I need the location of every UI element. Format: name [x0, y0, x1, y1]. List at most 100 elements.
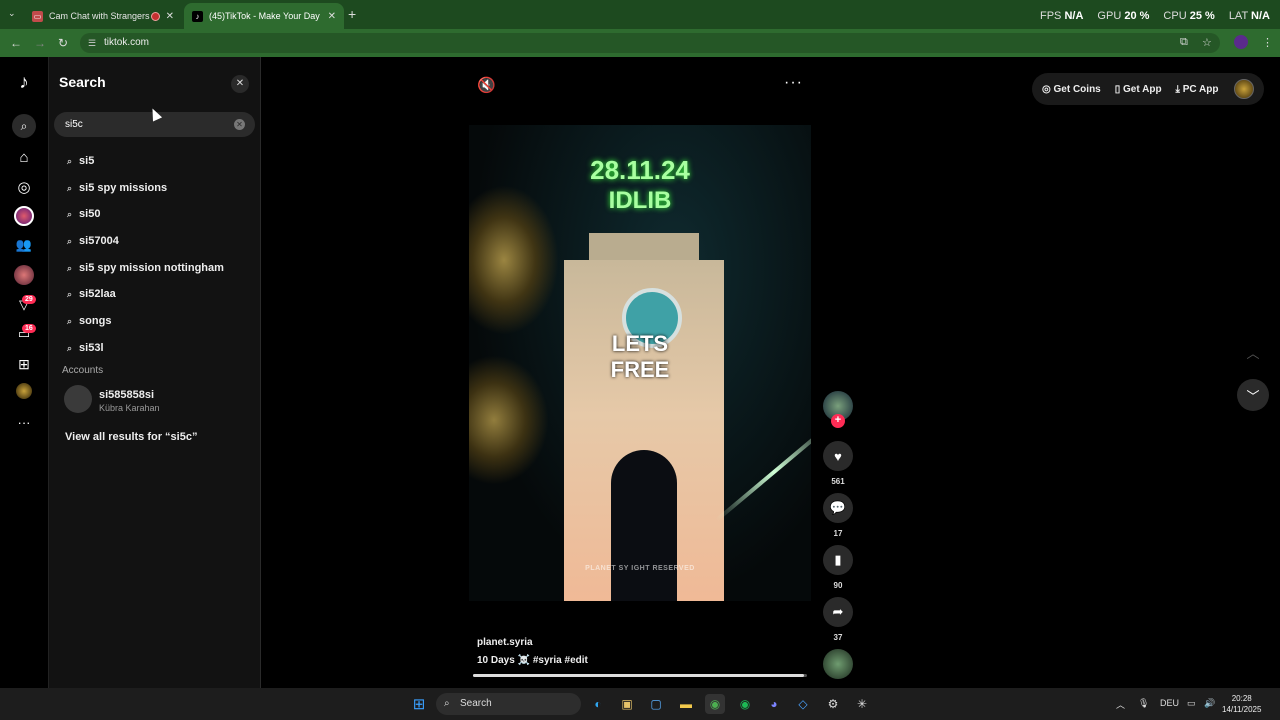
suggestion-item[interactable]: ⌕ si5 spy mission nottingham: [67, 262, 224, 274]
tiktok-logo-icon[interactable]: ♪: [14, 72, 34, 93]
get-app-button[interactable]: ▯ Get App: [1115, 84, 1162, 95]
more-options-icon[interactable]: ···: [784, 74, 803, 92]
explore-compass-icon[interactable]: ◎: [14, 177, 34, 197]
bookmark-star-icon[interactable]: ☆: [1202, 36, 1212, 49]
suggestion-item[interactable]: ⌕ si52laa: [67, 288, 116, 300]
top-actions-bar: ◎ Get Coins ▯ Get App ⤓ PC App: [1032, 73, 1264, 105]
video-author[interactable]: planet.syria: [477, 637, 533, 648]
spotify-icon[interactable]: ◉: [735, 694, 755, 714]
suggestion-item[interactable]: ⌕ si5 spy missions: [67, 182, 167, 194]
share-count: 37: [833, 633, 843, 642]
following-people-icon[interactable]: 👥: [14, 235, 34, 255]
search-icon: ⌕: [444, 698, 450, 709]
profile-avatar[interactable]: [1234, 79, 1254, 99]
comment-count: 17: [833, 529, 843, 538]
app-icon[interactable]: ✳: [852, 694, 872, 714]
new-tab-button[interactable]: +: [348, 6, 356, 22]
install-app-icon[interactable]: ⧉: [1180, 36, 1188, 49]
tab-camchat[interactable]: ▭ Cam Chat with Strangers o ✕: [26, 3, 182, 29]
search-icon: ⌕: [67, 288, 73, 299]
video-overlay-free: FREE: [610, 357, 670, 382]
search-icon[interactable]: ⌕: [12, 114, 36, 138]
forward-arrow-icon[interactable]: →: [34, 36, 46, 50]
music-disc-icon[interactable]: [823, 649, 853, 679]
previous-video-chevron-up-icon[interactable]: ︿: [1237, 336, 1269, 368]
reload-icon[interactable]: ↻: [58, 36, 68, 50]
pc-app-button[interactable]: ⤓ PC App: [1176, 84, 1219, 95]
fps-stat: FPS N/A: [1040, 10, 1084, 22]
search-panel-title: Search: [59, 74, 106, 90]
next-video-chevron-down-icon[interactable]: ﹀: [1237, 379, 1269, 411]
search-query: si5c: [65, 119, 83, 130]
chrome-icon[interactable]: ◉: [705, 694, 725, 714]
discord-icon[interactable]: ◕: [764, 694, 784, 714]
display-icon[interactable]: ▭: [1187, 698, 1196, 709]
tab-list-chevron-icon[interactable]: ⌄: [8, 8, 16, 19]
taskbar-search-box[interactable]: ⌕ Search: [436, 693, 581, 715]
muted-speaker-icon[interactable]: 🔇: [477, 76, 496, 94]
system-clock[interactable]: 20:28 14/11/2025: [1222, 693, 1261, 715]
bookmark-icon[interactable]: ▮: [823, 545, 853, 575]
tab-title: Cam Chat with Strangers o: [49, 11, 158, 21]
screen: ⌄ ▭ Cam Chat with Strangers o ✕ ♪ (45)Ti…: [0, 0, 1280, 720]
video-overlay-lets: LETS: [611, 331, 669, 356]
url-field[interactable]: ☰ tiktok.com: [80, 33, 1220, 53]
suggestion-item[interactable]: ⌕ si53l: [67, 342, 104, 354]
search-icon: ⌕: [67, 315, 73, 326]
clear-search-icon[interactable]: ✕: [234, 119, 245, 130]
profile-avatar[interactable]: [1234, 35, 1248, 49]
search-icon: ⌕: [67, 208, 73, 219]
suggestion-item[interactable]: ⌕ si50: [67, 208, 100, 220]
suggestion-item[interactable]: ⌕ si57004: [67, 235, 119, 247]
like-heart-icon[interactable]: ♥: [823, 441, 853, 471]
avatar: [64, 385, 92, 413]
video-progress-bar[interactable]: [473, 674, 807, 677]
store-icon[interactable]: ▣: [617, 694, 637, 714]
friends-avatar-icon[interactable]: [14, 265, 34, 285]
account-username: si585858si: [99, 389, 155, 401]
tiktok-favicon-icon: ♪: [192, 10, 203, 22]
upload-plus-icon[interactable]: ⊞: [14, 354, 34, 374]
window-app-icon[interactable]: ▢: [646, 694, 666, 714]
follow-plus-button[interactable]: +: [831, 414, 845, 428]
language-indicator[interactable]: DEU: [1160, 698, 1179, 708]
suggestion-item[interactable]: ⌕ si5: [67, 155, 94, 167]
comment-icon[interactable]: 💬: [823, 493, 853, 523]
share-arrow-icon[interactable]: ➦: [823, 597, 853, 627]
video-progress-fill: [473, 674, 804, 677]
volume-icon[interactable]: 🔊: [1204, 698, 1215, 709]
address-bar-row: ← → ↻ ☰ tiktok.com ⧉ ☆ ⋮: [0, 29, 1280, 57]
tray-chevron-up-icon[interactable]: ︿: [1116, 698, 1125, 711]
profile-coin-icon[interactable]: [16, 383, 32, 399]
home-icon[interactable]: ⌂: [14, 147, 34, 167]
suggestion-item[interactable]: ⌕ songs: [67, 315, 111, 327]
live-avatar-icon[interactable]: [14, 206, 34, 226]
view-all-results-link[interactable]: View all results for “si5c”: [65, 431, 197, 443]
gpu-stat: GPU 20 %: [1097, 10, 1150, 22]
tower-arch: [611, 450, 677, 601]
close-icon[interactable]: ✕: [231, 75, 249, 93]
account-result[interactable]: si585858si Kübra Karahan: [64, 385, 254, 415]
recording-icon: [151, 11, 160, 21]
microphone-icon[interactable]: 🎙: [1138, 698, 1149, 709]
like-count: 561: [831, 477, 845, 486]
browser-menu-icon[interactable]: ⋮: [1262, 36, 1273, 49]
edge-browser-icon[interactable]: ◐: [588, 694, 608, 714]
file-explorer-icon[interactable]: ▬: [676, 694, 696, 714]
settings-gear-icon[interactable]: ⚙: [823, 694, 843, 714]
tab-tiktok[interactable]: ♪ (45)TikTok - Make Your Day ✕: [184, 3, 344, 29]
lat-stat: LAT N/A: [1228, 10, 1270, 22]
back-arrow-icon[interactable]: ←: [10, 36, 22, 50]
site-info-icon[interactable]: ☰: [88, 33, 96, 53]
more-dots-icon[interactable]: ···: [14, 412, 34, 432]
tab-close-icon[interactable]: ✕: [166, 11, 174, 22]
get-coins-button[interactable]: ◎ Get Coins: [1042, 84, 1101, 95]
video-overlay-date: 28.11.24: [590, 155, 690, 185]
vscode-icon[interactable]: ◇: [793, 694, 813, 714]
tab-close-icon[interactable]: ✕: [328, 11, 336, 22]
windows-start-icon[interactable]: ⊞: [409, 694, 429, 714]
search-icon: ⌕: [67, 342, 73, 353]
video-player[interactable]: 28.11.24 IDLIB LETS FREE PLANET SY IGHT …: [469, 125, 811, 601]
search-icon: ⌕: [67, 182, 73, 193]
video-watermark: PLANET SY IGHT RESERVED: [585, 565, 695, 572]
